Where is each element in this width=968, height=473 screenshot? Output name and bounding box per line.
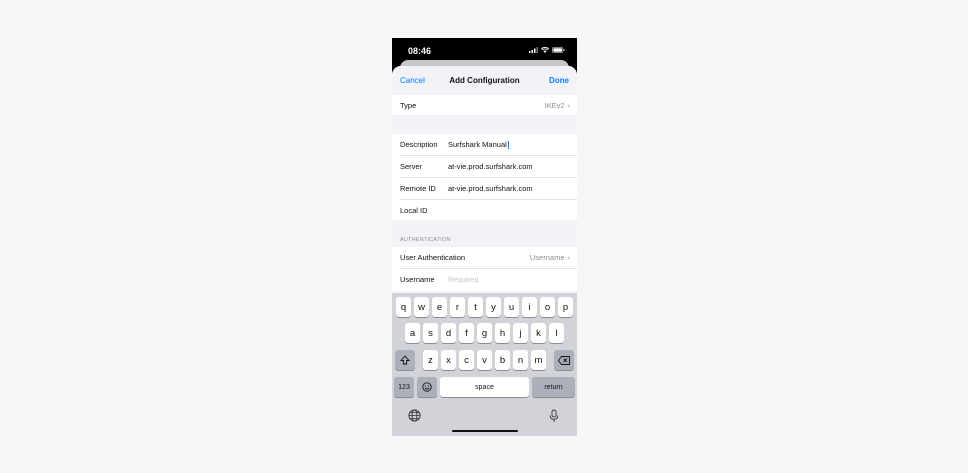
authentication-group: User Authentication Username › Username …	[392, 247, 577, 291]
phone-screen: 08:46 Cancel Add Configuration Done Type…	[392, 38, 577, 436]
user-authentication-value-group: Username ›	[530, 253, 570, 262]
key-m[interactable]: m	[531, 350, 546, 370]
local-id-row[interactable]: Local ID	[392, 200, 577, 220]
signal-icon	[529, 47, 538, 53]
keyboard-row-4: 123 space return	[392, 377, 577, 397]
key-i[interactable]: i	[522, 297, 537, 317]
emoji-icon	[422, 382, 432, 392]
status-bar: 08:46	[392, 38, 577, 62]
key-r[interactable]: r	[450, 297, 465, 317]
server-settings-group: Description Surfshark Manual Server at-v…	[392, 134, 577, 220]
type-value-group: IKEv2 ›	[544, 101, 570, 110]
key-z[interactable]: z	[423, 350, 438, 370]
key-g[interactable]: g	[477, 323, 492, 343]
section-header-authentication: AUTHENTICATION	[400, 237, 451, 243]
key-d[interactable]: d	[441, 323, 456, 343]
description-value: Surfshark Manual	[448, 140, 507, 149]
key-n[interactable]: n	[513, 350, 528, 370]
username-field[interactable]: Required	[448, 275, 478, 284]
keyboard-row-2: a s d f g h j k l	[392, 323, 577, 343]
backspace-icon	[558, 355, 570, 365]
key-a[interactable]: a	[405, 323, 420, 343]
delete-key[interactable]	[554, 350, 574, 370]
keyboard-row-3: z x c v b n m	[392, 350, 577, 370]
globe-icon[interactable]	[408, 409, 421, 427]
microphone-icon[interactable]	[549, 409, 559, 428]
key-k[interactable]: k	[531, 323, 546, 343]
space-key[interactable]: space	[440, 377, 529, 397]
text-cursor	[507, 141, 509, 150]
key-s[interactable]: s	[423, 323, 438, 343]
user-authentication-row[interactable]: User Authentication Username ›	[392, 247, 577, 268]
remote-id-row[interactable]: Remote ID at-vie.prod.surfshark.com	[392, 178, 577, 199]
server-row[interactable]: Server at-vie.prod.surfshark.com	[392, 156, 577, 177]
keyboard: q w e r t y u i o p a s d f g h j k l z	[392, 293, 577, 436]
type-value: IKEv2	[544, 101, 565, 110]
description-field[interactable]: Surfshark Manual	[448, 140, 509, 150]
key-t[interactable]: t	[468, 297, 483, 317]
home-indicator	[452, 430, 518, 432]
local-id-label: Local ID	[400, 206, 428, 215]
key-u[interactable]: u	[504, 297, 519, 317]
key-f[interactable]: f	[459, 323, 474, 343]
description-label: Description	[400, 140, 438, 149]
key-c[interactable]: c	[459, 350, 474, 370]
server-label: Server	[400, 162, 423, 171]
user-authentication-value: Username	[529, 253, 565, 262]
battery-icon	[552, 47, 565, 53]
remote-id-field[interactable]: at-vie.prod.surfshark.com	[448, 184, 533, 193]
wifi-icon	[541, 47, 549, 53]
key-q[interactable]: q	[396, 297, 411, 317]
chevron-right-icon: ›	[567, 253, 571, 262]
key-v[interactable]: v	[477, 350, 492, 370]
username-label: Username	[400, 275, 435, 284]
type-label: Type	[400, 101, 417, 110]
key-e[interactable]: e	[432, 297, 447, 317]
key-o[interactable]: o	[540, 297, 555, 317]
key-j[interactable]: j	[513, 323, 528, 343]
username-row[interactable]: Username Required	[392, 269, 577, 291]
status-time: 08:46	[408, 46, 432, 56]
key-y[interactable]: y	[486, 297, 501, 317]
server-field[interactable]: at-vie.prod.surfshark.com	[448, 162, 533, 171]
chevron-right-icon: ›	[567, 101, 571, 110]
emoji-key[interactable]	[417, 377, 437, 397]
remote-id-label: Remote ID	[400, 184, 436, 193]
status-icons	[529, 47, 565, 53]
key-x[interactable]: x	[441, 350, 456, 370]
shift-icon	[400, 355, 410, 365]
keyboard-row-1: q w e r t y u i o p	[392, 297, 577, 317]
key-l[interactable]: l	[549, 323, 564, 343]
numbers-key[interactable]: 123	[394, 377, 414, 397]
done-button[interactable]: Done	[549, 76, 569, 85]
description-row[interactable]: Description Surfshark Manual	[392, 134, 577, 155]
shift-key[interactable]	[395, 350, 415, 370]
key-w[interactable]: w	[414, 297, 429, 317]
key-h[interactable]: h	[495, 323, 510, 343]
key-p[interactable]: p	[558, 297, 573, 317]
return-key[interactable]: return	[532, 377, 575, 397]
navigation-bar: Cancel Add Configuration Done	[392, 66, 577, 94]
type-row[interactable]: Type IKEv2 ›	[392, 95, 577, 115]
user-authentication-label: User Authentication	[400, 253, 466, 262]
key-b[interactable]: b	[495, 350, 510, 370]
